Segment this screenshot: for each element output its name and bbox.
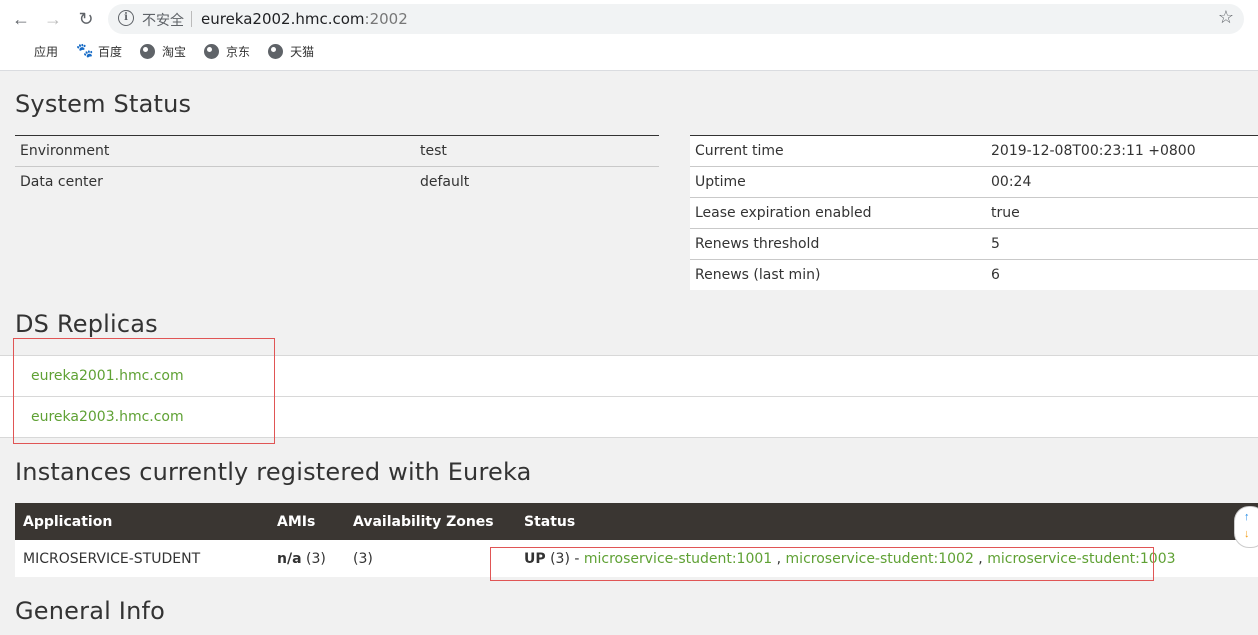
table-row: Data center default <box>15 166 659 197</box>
table-row: Renews threshold 5 <box>690 228 1258 260</box>
zones-cell: (3) <box>345 540 516 577</box>
amis-cell: n/a (3) <box>269 540 345 577</box>
bookmarks-bar: 应用 🐾 百度 淘宝 京东 天猫 <box>12 40 332 62</box>
url-host: eureka2002.hmc.com <box>201 10 365 28</box>
scroll-down-icon[interactable]: ↓ <box>1244 528 1250 540</box>
table-row: MICROSERVICE-STUDENT n/a (3) (3) UP (3) … <box>15 540 1258 577</box>
bookmark-label: 京东 <box>226 44 251 59</box>
column-header: AMIs <box>269 503 345 540</box>
url-port: :2002 <box>364 10 408 28</box>
replica-link[interactable]: eureka2003.hmc.com <box>31 409 184 425</box>
bookmark-tmall[interactable]: 天猫 <box>268 43 314 60</box>
status-up: UP <box>524 550 546 567</box>
ds-replicas-list: eureka2001.hmc.com eureka2003.hmc.com <box>0 355 1258 438</box>
table-row: Uptime 00:24 <box>690 166 1258 198</box>
scroll-up-icon[interactable]: ↑ <box>1244 511 1250 523</box>
amis-value: n/a <box>277 550 302 567</box>
link-separator: , <box>973 550 988 567</box>
amis-count: (3) <box>301 550 326 567</box>
status-value: 00:24 <box>986 166 1258 198</box>
bookmark-baidu[interactable]: 🐾 百度 <box>76 43 122 60</box>
info-icon[interactable]: i <box>118 10 134 26</box>
table-row: Current time 2019-12-08T00:23:11 +0800 <box>690 136 1258 167</box>
ds-replicas-heading: DS Replicas <box>15 310 158 338</box>
bookmark-taobao[interactable]: 淘宝 <box>140 43 186 60</box>
reload-icon[interactable]: ↻ <box>75 8 97 30</box>
paw-icon: 🐾 <box>76 42 94 59</box>
general-info-heading: General Info <box>15 597 166 625</box>
bookmark-label: 天猫 <box>290 44 315 59</box>
bookmark-label: 应用 <box>34 44 59 59</box>
table-row: Lease expiration enabled true <box>690 197 1258 229</box>
address-divider <box>191 11 192 27</box>
list-item: eureka2003.hmc.com <box>0 396 1258 438</box>
replica-link[interactable]: eureka2001.hmc.com <box>31 368 184 384</box>
bookmark-label: 百度 <box>98 44 123 59</box>
bookmark-apps[interactable]: 应用 <box>12 43 58 60</box>
url-text[interactable]: eureka2002.hmc.com:2002 <box>201 10 408 28</box>
browser-chrome: ← → ↻ i 不安全 eureka2002.hmc.com:2002 ☆ 应用… <box>0 0 1258 71</box>
apps-icon <box>12 44 27 59</box>
status-value: 2019-12-08T00:23:11 +0800 <box>991 143 1196 159</box>
instance-link[interactable]: microservice-student:1002 <box>786 551 974 567</box>
status-value: default <box>415 166 659 197</box>
column-header: Availability Zones <box>345 503 516 540</box>
scroll-to-top-widget[interactable]: ↑ ↓ <box>1234 506 1258 548</box>
globe-icon <box>268 43 284 59</box>
globe-icon <box>140 43 156 59</box>
insecure-label[interactable]: 不安全 <box>142 10 184 30</box>
forward-arrow-icon[interactable]: → <box>42 8 64 30</box>
bookmark-label: 淘宝 <box>162 44 187 59</box>
status-key: Renews (last min) <box>690 259 986 290</box>
instances-table: Application AMIs Availability Zones Stat… <box>15 503 1258 577</box>
table-header-row: Application AMIs Availability Zones Stat… <box>15 503 1258 540</box>
table-row: Environment test <box>15 136 659 167</box>
status-key: Current time <box>695 143 784 159</box>
back-arrow-icon[interactable]: ← <box>10 8 32 30</box>
application-cell: MICROSERVICE-STUDENT <box>15 540 269 577</box>
instance-link[interactable]: microservice-student:1001 <box>584 551 772 567</box>
address-bar[interactable]: i 不安全 eureka2002.hmc.com:2002 ☆ <box>108 4 1244 34</box>
instance-link[interactable]: microservice-student:1003 <box>987 551 1175 567</box>
table-row: Renews (last min) 6 <box>690 259 1258 290</box>
status-key: Environment <box>20 143 110 159</box>
link-separator: , <box>772 550 786 567</box>
instances-heading: Instances currently registered with Eure… <box>15 458 532 486</box>
system-status-heading: System Status <box>15 90 192 118</box>
bookmark-star-icon[interactable]: ☆ <box>1218 7 1234 28</box>
status-key: Renews threshold <box>690 228 986 260</box>
column-header: Application <box>15 503 269 540</box>
status-key: Lease expiration enabled <box>690 197 986 229</box>
status-value: true <box>986 197 1258 229</box>
column-header: Status <box>516 503 1258 540</box>
status-value: 5 <box>986 228 1258 260</box>
status-key: Data center <box>15 166 415 197</box>
status-cell: UP (3) - microservice-student:1001 , mic… <box>516 540 1258 577</box>
list-item: eureka2001.hmc.com <box>0 355 1258 396</box>
status-key: Uptime <box>690 166 986 198</box>
status-count: (3) - <box>545 550 584 567</box>
bookmark-jd[interactable]: 京东 <box>204 43 250 60</box>
status-value: 6 <box>986 259 1258 290</box>
system-status-right-table: Current time 2019-12-08T00:23:11 +0800 U… <box>690 135 1258 290</box>
globe-icon <box>204 43 220 59</box>
status-value: test <box>420 143 447 159</box>
system-status-left-table: Environment test Data center default <box>15 135 659 197</box>
